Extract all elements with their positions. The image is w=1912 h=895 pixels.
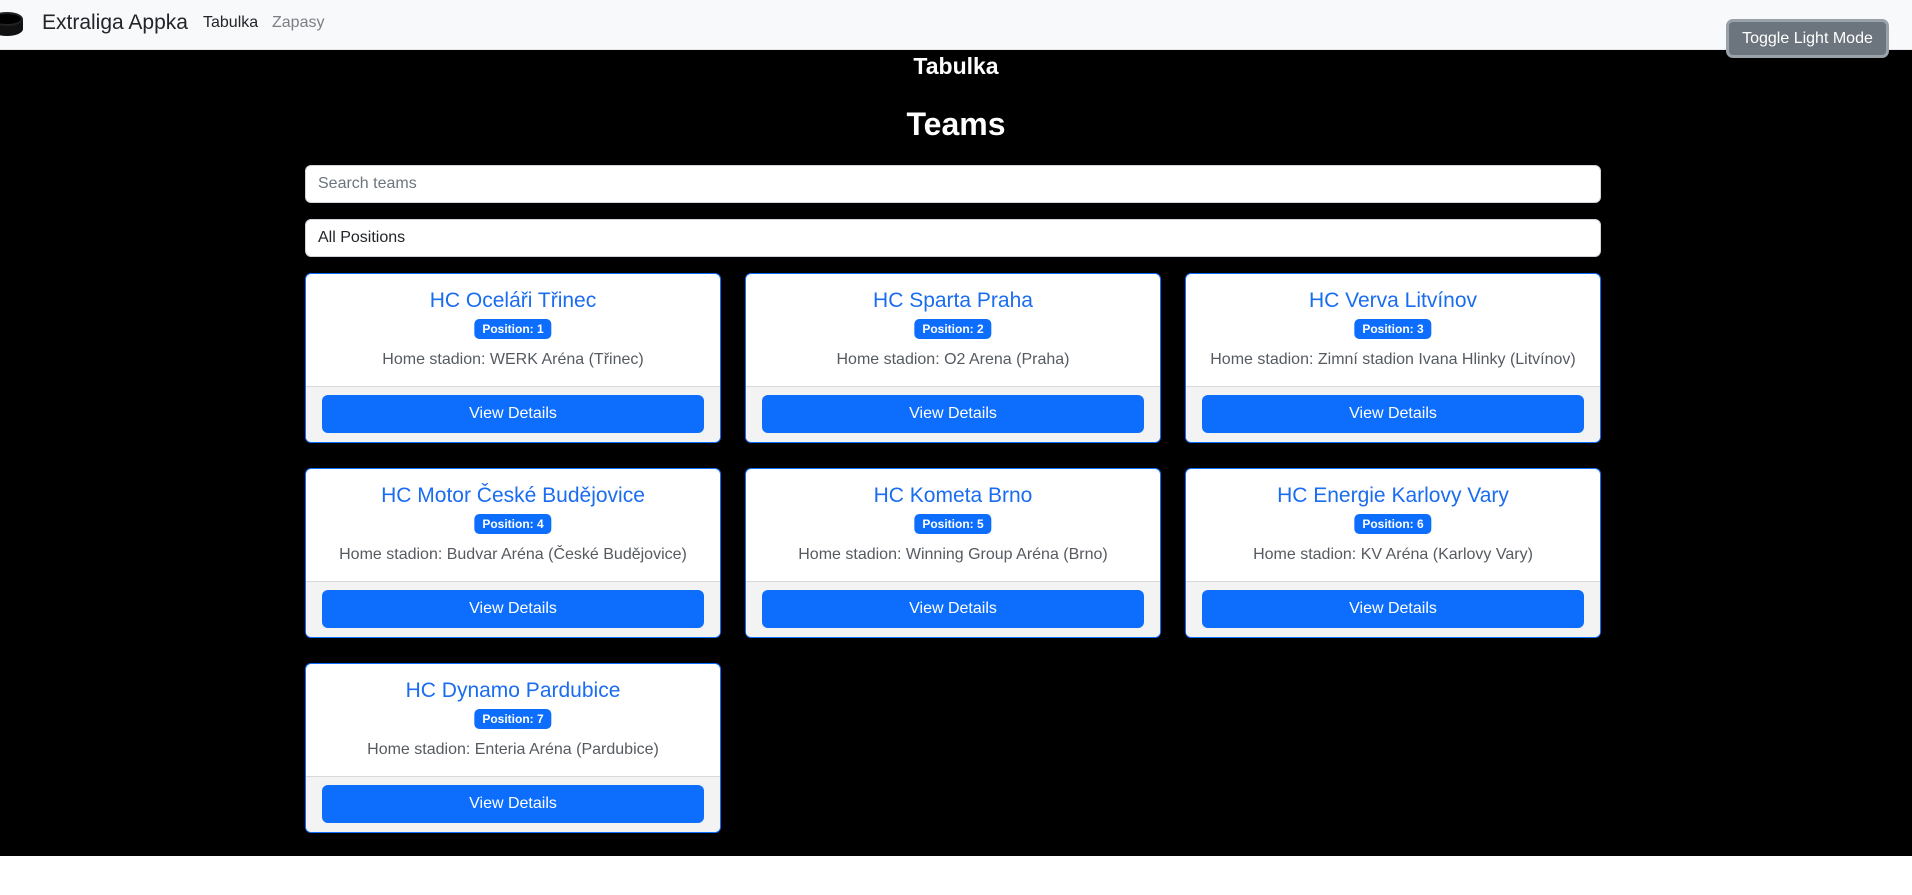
card-footer: View Details — [1186, 581, 1600, 637]
home-stadium-text: Home stadion: Winning Group Aréna (Brno) — [798, 546, 1108, 563]
home-stadium-text: Home stadion: Enteria Aréna (Pardubice) — [367, 741, 659, 758]
search-input[interactable] — [305, 165, 1601, 203]
team-name-link[interactable]: HC Motor České Budějovice — [306, 483, 720, 509]
position-badge: Position: 3 — [1354, 319, 1432, 339]
home-stadium-text: Home stadion: Zimní stadion Ivana Hlinky… — [1210, 351, 1576, 368]
view-details-button[interactable]: View Details — [1202, 395, 1584, 433]
team-name-link[interactable]: HC Kometa Brno — [746, 483, 1160, 509]
card-footer: View Details — [306, 386, 720, 442]
team-name-link[interactable]: HC Verva Litvínov — [1186, 288, 1600, 314]
position-badge: Position: 6 — [1354, 514, 1432, 534]
team-card: HC Kometa Brno Position: 5 Home stadion:… — [745, 468, 1161, 638]
navbar: Extraliga Appka Tabulka Zapasy — [0, 0, 1912, 50]
view-details-button[interactable]: View Details — [322, 395, 704, 433]
team-card: HC Motor České Budějovice Position: 4 Ho… — [305, 468, 721, 638]
view-details-button[interactable]: View Details — [1202, 590, 1584, 628]
position-filter-select[interactable]: All Positions — [305, 219, 1601, 257]
view-details-button[interactable]: View Details — [322, 785, 704, 823]
view-details-button[interactable]: View Details — [762, 590, 1144, 628]
team-card: HC Sparta Praha Position: 2 Home stadion… — [745, 273, 1161, 443]
team-name-link[interactable]: HC Energie Karlovy Vary — [1186, 483, 1600, 509]
hockey-puck-icon — [0, 12, 23, 36]
team-card: HC Oceláři Třinec Position: 1 Home stadi… — [305, 273, 721, 443]
toggle-light-mode-button[interactable]: Toggle Light Mode — [1726, 19, 1889, 58]
home-stadium-text: Home stadion: WERK Aréna (Třinec) — [382, 351, 644, 368]
position-badge: Position: 7 — [474, 709, 552, 729]
home-stadium-text: Home stadion: KV Aréna (Karlovy Vary) — [1253, 546, 1533, 563]
position-badge: Position: 2 — [914, 319, 992, 339]
position-badge: Position: 1 — [474, 319, 552, 339]
team-name-link[interactable]: HC Sparta Praha — [746, 288, 1160, 314]
home-stadium-text: Home stadion: Budvar Aréna (České Budějo… — [339, 546, 687, 563]
team-name-link[interactable]: HC Oceláři Třinec — [306, 288, 720, 314]
card-footer: View Details — [306, 581, 720, 637]
position-badge: Position: 4 — [474, 514, 552, 534]
brand-link[interactable]: Extraliga Appka — [42, 10, 188, 36]
main-content: Tabulka Teams All Positions HC Oceláři T… — [0, 50, 1912, 856]
page-subtitle: Tabulka — [913, 53, 999, 79]
team-card: HC Dynamo Pardubice Position: 7 Home sta… — [305, 663, 721, 833]
view-details-button[interactable]: View Details — [762, 395, 1144, 433]
nav-link-zapasy[interactable]: Zapasy — [272, 13, 324, 33]
page-title: Teams — [906, 106, 1006, 142]
nav-link-tabulka[interactable]: Tabulka — [203, 13, 258, 33]
team-card: HC Verva Litvínov Position: 3 Home stadi… — [1185, 273, 1601, 443]
home-stadium-text: Home stadion: O2 Arena (Praha) — [836, 351, 1070, 368]
card-footer: View Details — [1186, 386, 1600, 442]
team-card: HC Energie Karlovy Vary Position: 6 Home… — [1185, 468, 1601, 638]
card-footer: View Details — [746, 386, 1160, 442]
position-badge: Position: 5 — [914, 514, 992, 534]
card-footer: View Details — [306, 776, 720, 832]
card-footer: View Details — [746, 581, 1160, 637]
view-details-button[interactable]: View Details — [322, 590, 704, 628]
team-name-link[interactable]: HC Dynamo Pardubice — [306, 678, 720, 704]
